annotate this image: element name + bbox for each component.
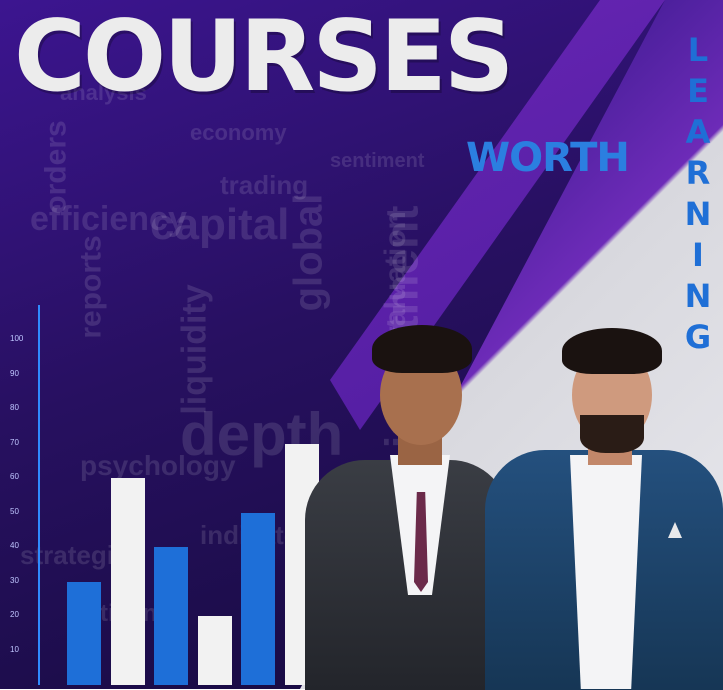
background-word: reports [74,235,108,339]
chart-tick-label: 70 [10,437,19,447]
chart-tick-label: 100 [10,334,24,343]
chart-tick-label: 90 [10,368,19,378]
chart-tick-label: 80 [10,403,19,412]
vertical-letter: L [687,31,709,69]
subtitle-worth: WORTH [466,135,630,181]
background-word: economy [190,120,287,145]
chart-tick-label: 30 [10,575,19,585]
hair-left [372,325,472,373]
chart-bar [67,581,101,685]
chart-bar [154,547,188,685]
chart-tick-label: 20 [10,610,19,619]
chart-axis [38,305,40,685]
vertical-letter: A [685,113,711,151]
vertical-letter: N [684,195,712,233]
chart-bar [197,616,232,685]
chart-tick-label: 60 [10,472,19,481]
background-word: global [286,193,331,312]
vertical-learning: LEARNING [680,30,716,358]
chart-tick-label: 10 [10,644,19,654]
chart-tick-label: 50 [10,506,19,516]
chart-bar [241,512,275,685]
background-word: efficiency [30,200,187,238]
hair-right [562,328,662,374]
background-word: depth [180,401,344,468]
beard-right [580,415,644,453]
background-word: sentiment [330,150,425,172]
background-word: liquidity [175,284,214,415]
vertical-letter: G [684,318,712,356]
chart-bar [110,478,145,685]
vertical-letter: N [684,277,712,315]
vertical-letter: R [685,154,711,192]
vertical-letter: E [687,72,709,110]
background-word: valuation [378,211,412,343]
vertical-letter: I [692,236,704,274]
chart-tick-label: 40 [10,541,19,550]
title-courses: COURSES [14,0,514,114]
shirt-right [570,455,642,689]
